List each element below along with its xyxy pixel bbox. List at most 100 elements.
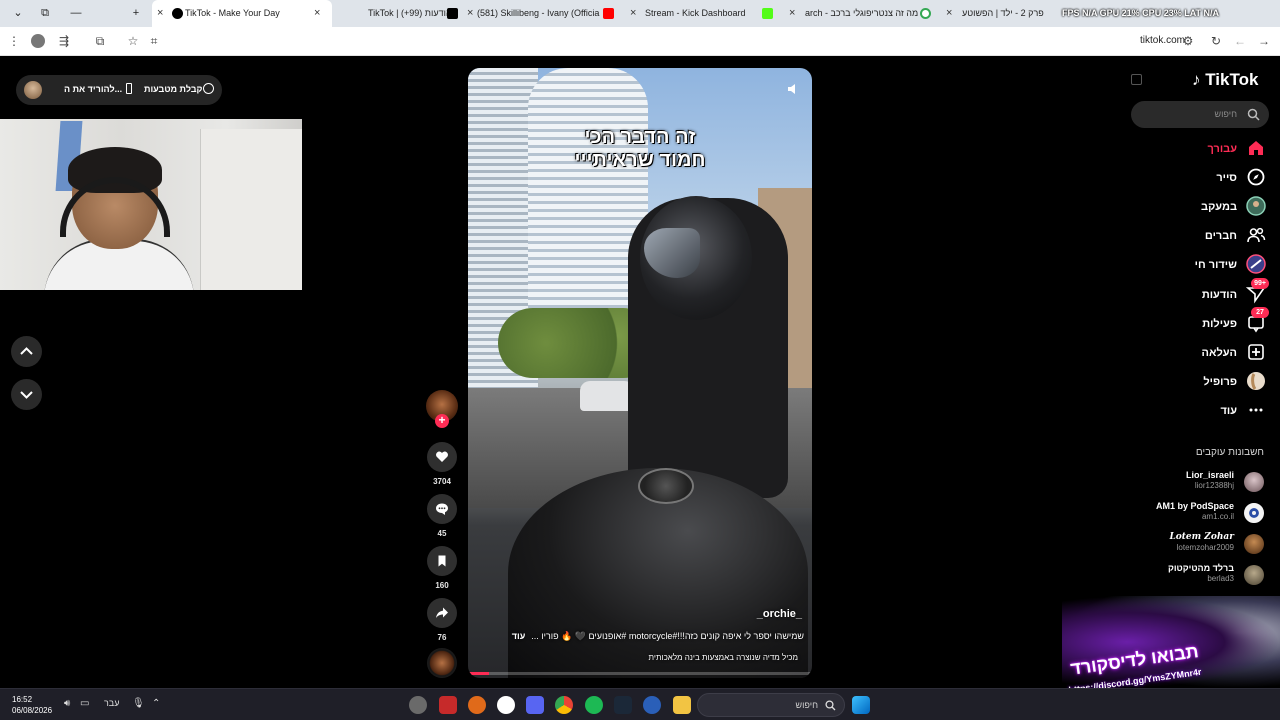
tab-search[interactable]: × arch - מה זה צנטריפוגלי ברכב — [785, 0, 935, 27]
tab-youtube[interactable]: × (581) Skillibeng - Ivany (Officia — [463, 0, 621, 27]
taskbar-search-input[interactable]: חיפוש — [697, 693, 845, 717]
following-account[interactable]: Lotem Zohar lotemzohar2009 — [1140, 532, 1268, 558]
nav-activity[interactable]: פעילות 27 — [1140, 307, 1269, 337]
performance-overlay: FPS N/A GPU 21% CPU 23% LAT N/A — [1062, 8, 1220, 18]
youtube-favicon-icon — [603, 8, 614, 19]
volume-icon[interactable] — [786, 82, 800, 96]
account-avatar — [1244, 534, 1264, 554]
volume-icon[interactable]: 🔊︎ — [64, 698, 70, 709]
obs-icon[interactable] — [409, 696, 427, 714]
collapse-sidebar-icon[interactable] — [1131, 74, 1142, 85]
caption-more-link[interactable]: עוד — [512, 631, 526, 641]
spotify-icon[interactable] — [585, 696, 603, 714]
nav-more[interactable]: עוד — [1140, 400, 1268, 424]
menu-dots-icon[interactable]: ⋮ — [6, 34, 22, 48]
save-action[interactable]: 160 — [426, 546, 458, 590]
share-action[interactable]: 76 — [426, 598, 458, 642]
chrome-icon[interactable] — [555, 696, 573, 714]
heart-icon — [436, 451, 448, 462]
discord-promo-overlay: תבואו לדיסקורד https://discord.gg/YmsZYM… — [1062, 596, 1280, 688]
taskbar-search-placeholder: חיפוש — [795, 700, 818, 710]
comment-count: 45 — [437, 529, 447, 538]
close-tab-icon[interactable]: × — [789, 0, 795, 27]
app-icon[interactable] — [439, 696, 457, 714]
close-tab-icon[interactable]: × — [946, 0, 952, 27]
profile-avatar-icon[interactable] — [31, 34, 45, 48]
extensions-icon[interactable]: ⧉ — [92, 34, 108, 49]
follow-button[interactable]: + — [435, 414, 449, 428]
claude-icon[interactable] — [468, 696, 486, 714]
search-input[interactable]: חיפוש — [1131, 101, 1269, 128]
tab-label: פרק 2 - ילד | הפשוטע — [962, 8, 1044, 18]
translate-icon[interactable]: ⌗ — [146, 34, 162, 49]
nav-upload[interactable]: העלאה — [1140, 342, 1268, 366]
close-tab-icon[interactable]: × — [467, 0, 473, 27]
discord-icon[interactable] — [526, 696, 544, 714]
get-coins-label: קבלת מטבעות — [144, 84, 203, 94]
like-action[interactable]: 3704 — [426, 442, 458, 486]
restore-window-icon[interactable]: ⧉ — [35, 0, 55, 27]
activity-badge: 27 — [1251, 307, 1269, 318]
following-account[interactable]: Lior_israeli lior12388hj — [1140, 470, 1268, 496]
close-tab-icon[interactable]: × — [157, 0, 163, 27]
chatgpt-icon[interactable] — [497, 696, 515, 714]
nav-live[interactable]: שידור חי — [1140, 254, 1268, 278]
close-tab-icon[interactable]: × — [630, 0, 636, 27]
account-handle: lior12388hj — [1194, 481, 1234, 490]
forward-icon[interactable]: ← — [1232, 34, 1248, 48]
account-handle: am1.co.il — [1201, 512, 1234, 521]
input-language[interactable]: עבר — [104, 698, 119, 708]
site-settings-icon[interactable]: ⚙ — [1180, 34, 1196, 48]
ea-icon[interactable] — [643, 696, 661, 714]
steam-icon[interactable] — [614, 696, 632, 714]
nav-explore[interactable]: סייר — [1140, 167, 1268, 191]
following-avatar-icon — [1246, 196, 1266, 216]
search-icon — [1247, 108, 1260, 121]
account-avatar — [1244, 503, 1264, 523]
video-progress-bar[interactable] — [468, 672, 812, 675]
nav-label: פרופיל — [1203, 376, 1237, 388]
reload-icon[interactable]: ↻ — [1208, 34, 1224, 48]
tab-kick[interactable]: × Stream - Kick Dashboard — [630, 0, 780, 27]
previous-video-button[interactable] — [11, 336, 42, 367]
comment-action[interactable]: 45 — [426, 494, 458, 538]
next-video-button[interactable] — [11, 379, 42, 410]
tiktok-logo[interactable]: ♪ TikTok — [1192, 70, 1258, 90]
tab-tiktok-messages[interactable]: TikTok | הודעות (99+) — [340, 0, 458, 27]
tab-episode[interactable]: × פרק 2 - ילד | הפשוטע — [940, 0, 1060, 27]
following-account[interactable]: AM1 by PodSpace am1.co.il — [1140, 501, 1268, 527]
account-avatar — [1244, 565, 1264, 585]
tab-search-icon[interactable]: ⌄ — [8, 0, 28, 27]
windows-start-icon[interactable] — [852, 696, 870, 714]
comment-icon — [436, 503, 448, 515]
file-explorer-icon[interactable] — [673, 696, 691, 714]
nav-messages[interactable]: הודעות 99+ — [1140, 278, 1269, 308]
tab-tiktok[interactable]: × TikTok - Make Your Day × — [152, 0, 332, 27]
back-icon[interactable]: → — [1256, 34, 1272, 48]
kick-favicon-icon — [762, 8, 773, 19]
show-hidden-icons-icon[interactable]: ⌃ — [152, 698, 160, 709]
nav-friends[interactable]: חברים — [1140, 225, 1268, 249]
bookmark-star-icon[interactable]: ☆ — [125, 34, 141, 48]
close-tab-icon[interactable]: × — [314, 0, 320, 27]
tab-groups-icon[interactable]: ⇶ — [56, 34, 72, 48]
address-bar[interactable]: tiktok.com — [1140, 35, 1185, 46]
nav-for-you[interactable]: עבורך — [1140, 138, 1268, 162]
tab-label: (581) Skillibeng - Ivany (Officia — [477, 8, 600, 18]
save-count: 160 — [435, 581, 449, 590]
network-icon[interactable]: ▭ — [80, 698, 89, 709]
nav-label: סייר — [1216, 172, 1237, 184]
video-player[interactable]: זה הדבר הכי חמוד שראיתייי _orchie_ שמישה… — [468, 68, 812, 678]
account-handle: berlad3 — [1207, 574, 1234, 583]
system-clock[interactable]: 16:52 06/08/2026 — [12, 694, 52, 716]
music-disc[interactable] — [427, 648, 457, 678]
following-account[interactable]: ברלד מהטיקטוק berlad3 — [1140, 563, 1268, 589]
new-tab-icon[interactable]: + — [126, 0, 146, 27]
nav-profile[interactable]: פרופיל — [1140, 371, 1268, 395]
microphone-icon[interactable]: 🎙︎ — [132, 698, 145, 709]
minimize-window-icon[interactable]: — — [66, 0, 86, 27]
download-app-pill[interactable]: להוריד את ה... קבלת מטבעות — [16, 75, 222, 105]
video-author-username[interactable]: _orchie_ — [757, 608, 802, 620]
nav-following[interactable]: במעקב — [1140, 196, 1268, 220]
tiktok-favicon-icon — [172, 8, 183, 19]
